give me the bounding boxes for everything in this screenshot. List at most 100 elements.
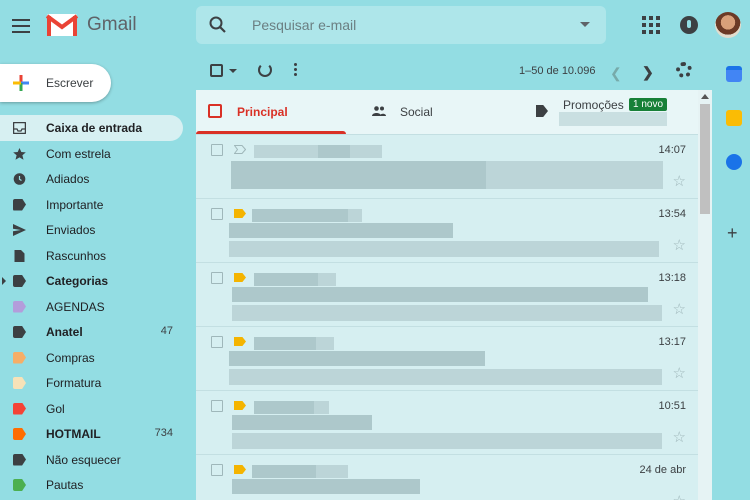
tab-label: Social xyxy=(400,105,433,119)
sidebar-item-anatel[interactable]: Anatel 47 xyxy=(0,319,190,345)
keep-addon-icon[interactable] xyxy=(726,110,742,126)
expand-arrow-icon[interactable] xyxy=(2,277,6,285)
sender-placeholder xyxy=(254,337,316,350)
sidebar-item-inbox[interactable]: Caixa de entrada xyxy=(0,115,183,141)
sender-placeholder xyxy=(254,273,318,286)
app-name: Gmail xyxy=(87,14,137,35)
email-row[interactable]: 13:18 ☆ xyxy=(196,262,698,326)
sidebar-item-label: Importante xyxy=(46,197,104,212)
email-row[interactable]: 14:07 ☆ xyxy=(196,134,698,198)
row-checkbox[interactable] xyxy=(211,464,223,476)
tab-promocoes[interactable]: Promoções 1 novo xyxy=(521,90,698,134)
row-checkbox[interactable] xyxy=(211,208,223,220)
sidebar-item-label: Pautas xyxy=(46,478,84,492)
sidebar-item-sent[interactable]: Enviados xyxy=(0,217,190,243)
sidebar-item-pautas[interactable]: Pautas xyxy=(0,472,190,498)
row-checkbox[interactable] xyxy=(211,144,223,156)
email-time: 14:07 xyxy=(658,144,686,156)
notifications-icon[interactable] xyxy=(680,16,698,34)
sidebar-item-label: Rascunhos xyxy=(46,248,107,263)
label-icon xyxy=(13,377,26,389)
important-marker-icon[interactable] xyxy=(234,209,246,218)
email-row[interactable]: 13:54 ☆ xyxy=(196,198,698,262)
search-bar[interactable] xyxy=(196,6,606,44)
scroll-up-icon[interactable] xyxy=(701,94,709,99)
sidebar-item-hotmail[interactable]: HOTMAIL 734 xyxy=(0,421,190,447)
search-input[interactable] xyxy=(252,14,552,36)
avatar[interactable] xyxy=(715,12,741,38)
sidebar-item-label: HOTMAIL xyxy=(46,427,101,441)
row-checkbox[interactable] xyxy=(211,400,223,412)
select-options-icon[interactable] xyxy=(229,69,237,73)
search-icon[interactable] xyxy=(208,15,228,35)
sidebar-item-label: Compras xyxy=(46,350,95,365)
star-icon[interactable]: ☆ xyxy=(673,236,686,254)
promo-preview-placeholder xyxy=(559,112,667,126)
sidebar-item-formatura[interactable]: Formatura xyxy=(0,370,190,396)
select-all-checkbox[interactable] xyxy=(210,64,223,77)
star-icon[interactable]: ☆ xyxy=(673,300,686,318)
sidebar-item-categories[interactable]: Categorias xyxy=(0,268,190,294)
sidebar-item-label: Caixa de entrada xyxy=(46,121,143,135)
email-time: 13:54 xyxy=(658,208,686,220)
email-row[interactable]: 10:51 ☆ xyxy=(196,390,698,454)
plus-icon xyxy=(13,75,29,91)
row-checkbox[interactable] xyxy=(211,336,223,348)
row-checkbox[interactable] xyxy=(211,272,223,284)
subject-placeholder xyxy=(231,161,486,189)
sender-placeholder xyxy=(254,401,314,414)
important-marker-icon[interactable] xyxy=(234,273,246,282)
star-icon[interactable]: ☆ xyxy=(673,492,686,500)
label-icon xyxy=(13,402,26,415)
previous-page-icon[interactable]: ❮ xyxy=(610,65,622,82)
refresh-icon[interactable] xyxy=(258,63,272,77)
tasks-addon-icon[interactable] xyxy=(726,154,742,170)
star-icon xyxy=(13,147,26,160)
preview-placeholder xyxy=(229,241,659,257)
inbox-scrollbar[interactable] xyxy=(698,90,712,500)
sidebar-item-drafts[interactable]: Rascunhos xyxy=(0,243,190,269)
important-marker-icon[interactable] xyxy=(234,145,246,154)
email-row[interactable]: 24 de abr ☆ xyxy=(196,454,698,500)
apps-grid-icon[interactable] xyxy=(642,16,660,34)
star-icon[interactable]: ☆ xyxy=(673,172,686,190)
important-marker-icon[interactable] xyxy=(234,337,246,346)
scrollbar-thumb[interactable] xyxy=(700,104,710,214)
settings-gear-icon[interactable] xyxy=(676,62,692,78)
sidebar-item-gol[interactable]: Gol xyxy=(0,396,190,422)
sidebar-item-label: Anatel xyxy=(46,325,83,339)
tab-social[interactable]: Social xyxy=(356,90,516,134)
star-icon[interactable]: ☆ xyxy=(673,428,686,446)
sidebar-item-starred[interactable]: Com estrela xyxy=(0,141,190,167)
important-marker-icon[interactable] xyxy=(234,401,246,410)
gmail-logo-icon[interactable] xyxy=(46,12,78,38)
tab-principal[interactable]: Principal xyxy=(196,90,351,134)
sidebar-item-label: AGENDAS xyxy=(46,299,105,314)
next-page-icon[interactable]: ❯ xyxy=(642,64,654,81)
sidebar-item-important[interactable]: Importante xyxy=(0,192,190,218)
add-addon-icon[interactable]: + xyxy=(727,223,738,244)
compose-label: Escrever xyxy=(46,76,94,90)
star-icon[interactable]: ☆ xyxy=(673,364,686,382)
calendar-addon-icon[interactable] xyxy=(726,66,742,82)
top-bar: Gmail xyxy=(0,0,750,52)
sidebar-item-snoozed[interactable]: Adiados xyxy=(0,166,190,192)
subject-placeholder xyxy=(232,287,648,302)
sidebar-item-label: Formatura xyxy=(46,376,102,390)
label-icon xyxy=(13,275,26,287)
important-marker-icon[interactable] xyxy=(234,465,246,474)
sidebar-item-nao-esquecer[interactable]: Não esquecer xyxy=(0,447,190,473)
email-row[interactable]: 13:17 ☆ xyxy=(196,326,698,390)
main-menu-icon[interactable] xyxy=(10,15,32,37)
compose-button[interactable]: Escrever xyxy=(0,64,111,102)
send-icon xyxy=(13,224,26,236)
pagination-range: 1–50 de 10.096 xyxy=(519,65,596,77)
mail-toolbar: 1–50 de 10.096 ❮ ❯ xyxy=(196,56,696,86)
sidebar-item-compras[interactable]: Compras xyxy=(0,345,190,371)
label-icon xyxy=(13,300,26,313)
search-options-icon[interactable] xyxy=(580,22,590,27)
inbox-panel: Principal Social Promoções 1 novo 14:07 … xyxy=(196,90,698,500)
sender-placeholder xyxy=(318,145,350,158)
more-options-icon[interactable] xyxy=(294,63,297,79)
sidebar-item-agendas[interactable]: AGENDAS xyxy=(0,294,190,320)
